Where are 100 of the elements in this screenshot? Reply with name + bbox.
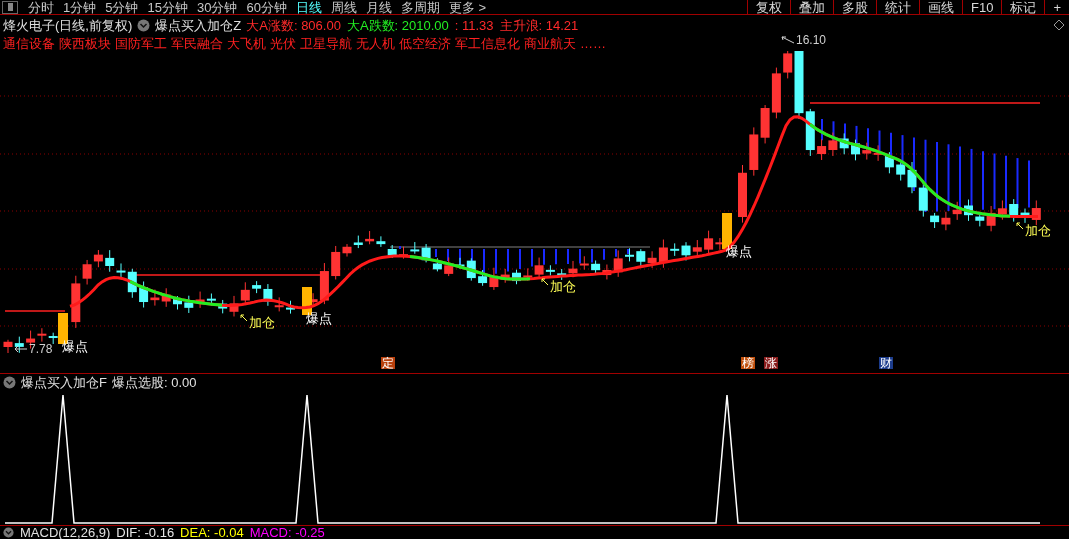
toolbar-button[interactable]: 复权	[747, 0, 790, 14]
pointer-arrow-icon	[240, 314, 248, 322]
stat-reading: : 11.33	[454, 18, 494, 32]
candlestick	[195, 291, 205, 309]
toolbar-button[interactable]: +	[1044, 0, 1069, 14]
indicator-name: MACD(12,26,9)	[20, 526, 111, 539]
candlestick	[432, 257, 442, 272]
candlestick	[3, 339, 13, 354]
pointer-arrow-icon	[1016, 222, 1024, 230]
period-tab[interactable]: 日线	[295, 0, 322, 14]
indicator-reading: DIF: -0.16	[116, 526, 175, 539]
concept-tag[interactable]: 卫星导航	[300, 36, 352, 50]
pointer-arrow-icon	[14, 345, 28, 353]
candlestick	[738, 164, 747, 224]
toolbar-button[interactable]: 统计	[876, 0, 919, 14]
period-tab[interactable]: 60分钟	[246, 0, 287, 14]
stat-reading: 大A跌数: 2010.00	[346, 18, 449, 32]
price-label: 16.10	[796, 34, 827, 46]
candlestick	[365, 230, 375, 245]
candlestick	[353, 235, 363, 249]
period-tab[interactable]: 分时	[28, 0, 54, 14]
panel-toggle-icon[interactable]	[2, 0, 18, 14]
candlestick	[760, 104, 770, 144]
candlestick	[48, 332, 58, 345]
dropdown-icon[interactable]	[3, 375, 16, 389]
candlestick	[636, 248, 646, 267]
dropdown-icon[interactable]	[137, 18, 151, 32]
toolbar-button[interactable]: F10	[962, 0, 1002, 14]
event-tag[interactable]: 财	[879, 357, 893, 369]
dropdown-icon[interactable]	[3, 527, 14, 538]
candlestick	[173, 295, 182, 310]
signal-label: 爆点	[62, 340, 88, 353]
candlestick	[557, 268, 567, 281]
toolbar-button[interactable]: 标记	[1001, 0, 1045, 14]
event-tag[interactable]: 榜	[741, 357, 755, 369]
candlestick	[421, 243, 431, 263]
resistance-line	[4, 310, 66, 312]
candlestick	[410, 241, 420, 255]
pointer-arrow-icon	[781, 36, 795, 44]
concept-tag[interactable]: 光伏	[270, 36, 296, 50]
indicator-name: 爆点买入加仓F	[21, 375, 107, 389]
candlestick	[93, 249, 103, 268]
candlestick	[851, 139, 860, 161]
event-tag[interactable]: 涨	[764, 357, 778, 369]
concept-tag[interactable]: 低空经济	[399, 36, 451, 50]
concept-tag[interactable]: 军工信息化	[455, 36, 520, 50]
candlestick	[14, 336, 24, 354]
period-tab[interactable]: 30分钟	[196, 0, 238, 14]
concept-tag[interactable]: 军民融合	[171, 36, 223, 50]
concept-tag[interactable]: 大飞机	[227, 36, 266, 50]
period-tab[interactable]: 15分钟	[147, 0, 188, 14]
concept-tag[interactable]: ……	[580, 36, 606, 50]
period-tab[interactable]: 更多 >	[448, 0, 487, 14]
candlestick	[805, 108, 815, 157]
candlestick	[817, 138, 827, 161]
period-tab[interactable]: 1分钟	[63, 0, 97, 14]
stat-reading: 大A涨数: 806.00	[246, 18, 341, 32]
concept-tag[interactable]: 陕西板块	[59, 36, 111, 50]
signal-label: 加仓	[550, 280, 576, 293]
candlestick	[286, 300, 295, 315]
candlestick	[37, 327, 47, 343]
candlestick	[873, 144, 883, 162]
concept-tag[interactable]: 商业航天	[524, 36, 576, 50]
candlestick	[579, 255, 589, 271]
signal-bar	[947, 143, 950, 213]
period-tab[interactable]: 月线	[365, 0, 392, 14]
stat-reading: 主升浪: 14.21	[499, 18, 579, 32]
candlestick	[399, 246, 408, 260]
candlestick	[997, 199, 1007, 221]
concept-tag[interactable]: 国防军工	[115, 36, 167, 50]
candlestick	[512, 269, 521, 285]
candlestick	[862, 142, 872, 161]
concept-tag[interactable]: 无人机	[356, 36, 395, 50]
candlestick	[478, 269, 488, 287]
candlestick	[625, 247, 634, 262]
period-tab[interactable]: 5分钟	[105, 0, 139, 14]
candlestick	[771, 67, 781, 119]
indicator-reading: 爆点选股: 0.00	[111, 375, 197, 389]
candlestick	[161, 287, 171, 308]
signal-label: 爆点	[726, 245, 752, 258]
indicator-reading: MACD: -0.25	[249, 526, 325, 539]
signal-label: 加仓	[1025, 224, 1051, 237]
signal-label: 爆点	[306, 312, 332, 325]
event-tag[interactable]: 定	[381, 357, 395, 369]
toolbar-button[interactable]: 叠加	[790, 0, 833, 14]
signal-bar	[1016, 157, 1019, 210]
signal-bar	[993, 152, 996, 211]
candlestick	[184, 295, 194, 314]
indicator-reading: DEA: -0.04	[180, 526, 244, 539]
diamond-icon[interactable]	[1053, 19, 1065, 31]
candlestick	[105, 249, 115, 273]
period-tab[interactable]: 周线	[330, 0, 357, 14]
candlestick	[941, 211, 951, 231]
indicator-name: 爆点买入加仓Z	[155, 18, 242, 32]
toolbar-button[interactable]: 多股	[833, 0, 876, 14]
candlestick	[692, 239, 702, 258]
period-tab[interactable]: 多周期	[400, 0, 440, 14]
toolbar-button[interactable]: 画线	[919, 0, 962, 14]
candlestick	[828, 132, 838, 157]
concept-tag[interactable]: 通信设备	[3, 36, 55, 50]
